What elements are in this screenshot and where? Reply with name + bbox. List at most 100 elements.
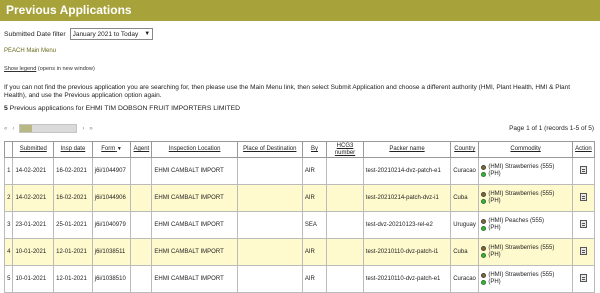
header-place-of-destination[interactable]: Place of Destination [236,141,303,158]
commodity-ph-line: (PH) [481,198,570,205]
green-circle-icon [481,226,487,231]
document-icon[interactable] [579,273,587,282]
cell-packer-name: test-20210110-dvz-patch-i1 [362,238,452,266]
cell-commodity: (HMI) Strawberries (555) (PH) [478,238,573,266]
header-submitted[interactable]: Submitted [12,141,55,158]
cell-commodity: (HMI) Strawberries (555) (PH) [478,184,573,212]
cell-by: AIR [301,157,328,185]
table-row[interactable]: 1 14-02-2021 16-02-2021 j6i/1044907 EHMI CAM… [3,157,596,185]
commodity-ph-line: (PH) [481,225,570,232]
row-num: 2 [3,184,14,212]
cell-submitted: 10-01-2021 [12,238,55,266]
commodity-hmi-text: (HMI) Strawberries (555) [488,245,555,251]
main-menu-link[interactable]: PEACH Main Menu [4,48,56,54]
commodity-hmi-line: (HMI) Peaches (555) [481,218,570,225]
cell-inspection-location: EHMI CAMBALT IMPORT [151,238,238,266]
brown-circle-icon [481,192,487,197]
cell-commodity: (HMI) Peaches (555) (PH) [478,211,573,239]
green-circle-icon [481,280,487,285]
date-filter-label: Submitted Date filter [4,30,66,38]
header-commodity[interactable]: Commodity [478,141,573,158]
header-country[interactable]: Country [450,141,480,158]
cell-form: j6i/1044907 [91,157,132,185]
cell-packer-name: test-20210110-dvz-patch-e1 [362,265,452,293]
document-icon[interactable] [579,219,587,228]
header-hcg3-number[interactable]: HCG3 number [326,141,364,158]
cell-insp-date: 16-02-2021 [53,157,93,185]
applications-table: Submitted Insp date Form ▼ Agent Inspect… [3,141,596,293]
date-filter-value: January 2021 to Today [72,30,139,38]
cell-country: Uruguay [450,211,480,239]
cell-hcg3-number [326,211,364,239]
commodity-ph-line: (PH) [481,252,570,259]
green-circle-icon [481,172,487,177]
brown-circle-icon [481,246,487,251]
commodity-hmi-line: (HMI) Strawberries (555) [481,191,570,198]
commodity-hmi-line: (HMI) Strawberries (555) [481,164,570,171]
brown-circle-icon [481,273,487,278]
table-row[interactable]: 3 23-01-2021 25-01-2021 j6i/1040979 EHMI CAM… [3,211,596,239]
header-num [3,141,14,158]
green-circle-icon [481,199,487,204]
cell-place-of-destination [236,157,303,185]
cell-inspection-location: EHMI CAMBALT IMPORT [151,265,238,293]
cell-action [571,184,596,212]
cell-form: j6i/1044906 [91,184,132,212]
cell-hcg3-number [326,184,364,212]
commodity-hmi-text: (HMI) Strawberries (555) [488,191,555,197]
prev-page-button[interactable]: ‹ [12,126,14,132]
cell-action [571,238,596,266]
table-row[interactable]: 2 14-02-2021 16-02-2021 j6i/1044906 EHMI CAM… [3,184,596,212]
commodity-ph-text: (PH) [488,198,501,204]
commodity-hmi-text: (HMI) Strawberries (555) [488,164,555,170]
page-slider-fill [20,125,32,132]
cell-insp-date: 25-01-2021 [53,211,93,239]
cell-action [571,265,596,293]
cell-agent [130,265,153,293]
row-num: 1 [3,157,14,185]
page-slider[interactable] [19,124,78,133]
header-by[interactable]: By [301,141,328,158]
cell-by: AIR [301,184,328,212]
cell-country: Curacao [450,157,480,185]
header-agent[interactable]: Agent [130,141,153,158]
info-text: If you can not find the previous applica… [4,84,571,99]
summary-text: Previous applications for EHMI TIM DOBSO… [9,105,241,112]
commodity-ph-text: (PH) [488,252,501,258]
cell-form: j6i/1040979 [91,211,132,239]
document-icon[interactable] [579,192,587,201]
legend-row: Show legend (opens in new window) [4,66,95,72]
table-row[interactable]: 5 10-01-2021 12-01-2021 j6i/1038510 EHMI CAM… [3,265,596,293]
header-insp-date[interactable]: Insp date [53,141,93,158]
document-icon[interactable] [579,246,587,255]
commodity-ph-line: (PH) [481,279,570,286]
cell-place-of-destination [236,184,303,212]
last-page-button[interactable]: » [89,126,92,132]
first-page-button[interactable]: « [4,126,7,132]
cell-agent [130,184,153,212]
date-filter-select[interactable]: January 2021 to Today ▼ [69,28,154,40]
header-form[interactable]: Form ▼ [91,141,132,158]
header-inspection-location[interactable]: Inspection Location [151,141,238,158]
cell-packer-name: test-dvz-20210123-rel-e2 [362,211,452,239]
commodity-ph-text: (PH) [488,171,501,177]
header-packer-name[interactable]: Packer name [362,141,452,158]
sort-down-icon: ▼ [116,146,122,153]
cell-place-of-destination [236,265,303,293]
table-row[interactable]: 4 10-01-2021 12-01-2021 j6i/1038511 EHMI CAM… [3,238,596,266]
cell-form: j6i/1038510 [91,265,132,293]
next-page-button[interactable]: › [82,126,84,132]
document-icon[interactable] [579,165,587,174]
commodity-hmi-line: (HMI) Strawberries (555) [481,272,570,279]
row-num: 4 [3,238,14,266]
cell-place-of-destination [236,211,303,239]
cell-hcg3-number [326,157,364,185]
cell-by: AIR [301,265,328,293]
cell-agent [130,238,153,266]
cell-submitted: 23-01-2021 [12,211,55,239]
cell-country: Cuba [450,238,480,266]
cell-insp-date: 12-01-2021 [53,265,93,293]
chevron-down-icon: ▼ [144,31,151,37]
show-legend-link[interactable]: Show legend [4,66,36,72]
cell-inspection-location: EHMI CAMBALT IMPORT [151,211,238,239]
